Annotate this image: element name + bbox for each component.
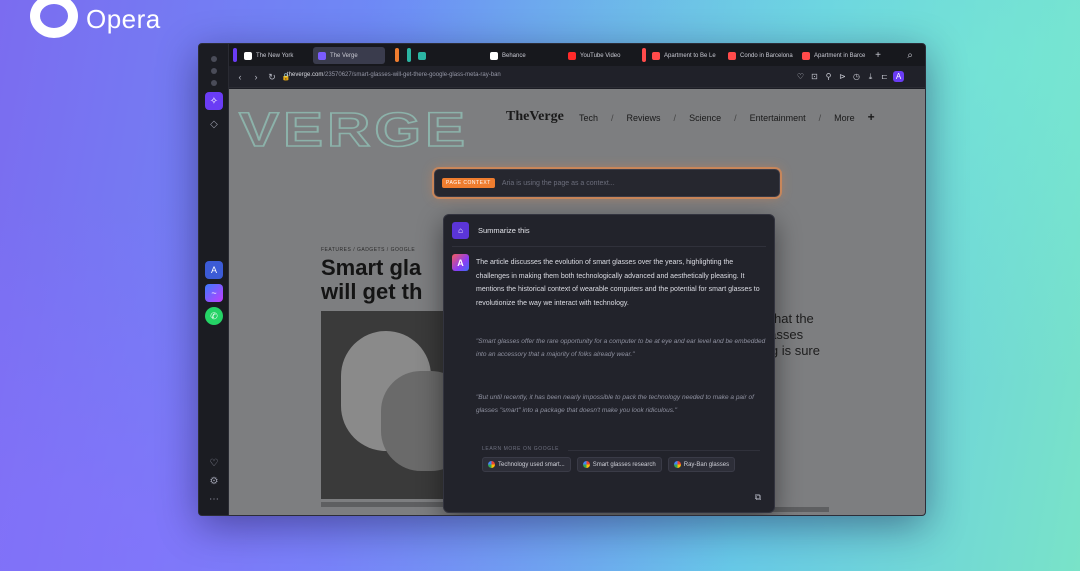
tab-the-verge[interactable]: The Verge [313, 47, 385, 64]
favicon-icon [802, 51, 810, 60]
favicon-icon [318, 51, 326, 60]
favicon-icon [652, 51, 660, 60]
heart-icon[interactable]: ♡ [205, 454, 223, 472]
snapshot-icon[interactable]: ⊡ [809, 71, 820, 82]
tab-nytimes[interactable]: The New York [239, 47, 305, 64]
favicon-icon [728, 51, 736, 60]
opera-brand: Opera [30, 0, 161, 38]
aria-quote: "Smart glasses offer the rare opportunit… [476, 338, 766, 358]
sidebar: ✧ ◇ A ~ ✆ ♡ ⚙ ⋯ [199, 44, 229, 515]
tab-search-icon[interactable]: ⌕ [903, 48, 917, 62]
favicon-icon [568, 51, 576, 60]
chip-label: Technology used smart... [498, 461, 565, 468]
tab-island-marker [642, 48, 646, 62]
tab-apartment-barcelona[interactable]: Apartment in Barce [797, 47, 869, 64]
aria-avatar-icon: A [452, 254, 469, 271]
tab-label: YouTube Video [580, 52, 621, 59]
chip-label: Smart glasses research [592, 461, 656, 468]
favicon-icon [244, 51, 252, 60]
brand-name: Opera [86, 3, 161, 34]
masthead-wordmark: VERGE [238, 102, 470, 157]
divider [568, 450, 760, 451]
site-logo[interactable]: TheVerge [506, 109, 564, 125]
nav-item[interactable]: Tech [579, 113, 598, 123]
source-chip[interactable]: Smart glasses research [576, 457, 662, 472]
tab-apartment[interactable]: Apartment to Be Le [647, 47, 721, 64]
heart-bookmark-icon[interactable]: ♡ [795, 71, 806, 82]
google-icon [488, 461, 495, 468]
divider [452, 246, 766, 247]
tab-island-marker [407, 48, 411, 62]
prompt-input[interactable]: Aria is using the page as a context... [502, 180, 615, 187]
pin-icon[interactable]: ⚲ [823, 71, 834, 82]
play-icon[interactable]: ⊳ [837, 71, 848, 82]
messenger-icon[interactable]: ~ [205, 284, 223, 302]
copy-icon[interactable]: ⧉ [752, 491, 764, 503]
tab-island-marker [395, 48, 399, 62]
headline-line: will get th [321, 279, 423, 304]
opera-logo-icon [30, 0, 78, 38]
nav-item[interactable]: Reviews [627, 113, 661, 123]
reload-icon[interactable]: ↻ [265, 70, 279, 84]
url-domain: theverge.com [287, 72, 324, 78]
crop-icon[interactable]: ⊏ [879, 71, 890, 82]
browser-window: ✧ ◇ A ~ ✆ ♡ ⚙ ⋯ The New York The Verge B… [198, 43, 926, 516]
user-message-row: ⌂ Summarize this [452, 222, 530, 239]
tab-label: The Verge [330, 52, 358, 59]
user-avatar-icon: ⌂ [452, 222, 469, 239]
google-icon [582, 461, 590, 468]
aria-answer: The article discusses the evolution of s… [476, 259, 760, 307]
aria-app-icon[interactable]: A [205, 261, 223, 279]
tab-label: The New York [256, 52, 294, 59]
tab-label: Apartment in Barce [814, 52, 866, 59]
settings-gear-icon[interactable]: ⚙ [205, 472, 223, 490]
aria-chat-panel: ⌂ Summarize this A The article discusses… [443, 214, 775, 513]
tab-behance[interactable]: Behance [485, 47, 557, 64]
page-context-chip[interactable]: PAGE CONTEXT [442, 178, 495, 188]
web-page: VERGE TheVerge Tech / Reviews / Science / E… [229, 89, 925, 515]
url-path: /23570627/smart-glasses-will-get-there-g… [323, 72, 501, 78]
favicon-icon [418, 51, 426, 60]
site-nav: Tech / Reviews / Science / Entertainment / M… [579, 110, 875, 124]
nav-item[interactable]: Entertainment [750, 113, 806, 123]
forward-arrow-icon[interactable]: › [249, 70, 263, 84]
tab-bar: The New York The Verge Behance YouTube V… [229, 44, 925, 66]
aria-sidebar-icon[interactable]: ✧ [205, 92, 223, 110]
user-message: Summarize this [478, 226, 530, 235]
download-icon[interactable]: ⤓ [865, 71, 876, 82]
tab-condo[interactable]: Condo in Barcelona [723, 47, 795, 64]
article-headline: Smart gla will get th [321, 256, 422, 304]
diamond-icon[interactable]: ◇ [205, 115, 223, 133]
nav-item[interactable]: More [834, 113, 855, 123]
new-tab-plus-icon[interactable]: + [871, 48, 885, 62]
aria-prompt-bar[interactable]: PAGE CONTEXT Aria is using the page as a… [434, 169, 780, 197]
aria-quote: "But until recently, it has been nearly … [476, 394, 754, 414]
whatsapp-icon[interactable]: ✆ [205, 307, 223, 325]
history-icon[interactable]: ◷ [851, 71, 862, 82]
url-field[interactable]: theverge.com/23570627/smart-glasses-will… [287, 72, 501, 78]
aria-active-icon[interactable]: A [893, 71, 904, 82]
tab-island-marker [233, 48, 237, 62]
google-icon [673, 461, 681, 468]
favicon-icon [490, 51, 498, 60]
source-chip[interactable]: Technology used smart... [482, 457, 571, 472]
tab-label: Condo in Barcelona [740, 52, 793, 59]
sidebar-dot-icon[interactable] [205, 74, 223, 92]
sources-label: LEARN MORE ON GOOGLE [482, 446, 560, 452]
nav-item[interactable]: Science [689, 113, 721, 123]
more-icon[interactable]: ⋯ [205, 490, 223, 508]
chip-label: Ray-Ban glasses [683, 461, 730, 468]
tab-youtube[interactable]: YouTube Video [563, 47, 639, 64]
tab-pinned[interactable] [413, 47, 435, 64]
nav-plus-icon[interactable]: + [868, 111, 875, 123]
article-eyebrow[interactable]: FEATURES / GADGETS / GOOGLE [321, 247, 415, 253]
source-chips: Technology used smart... Smart glasses r… [482, 457, 736, 472]
tab-label: Behance [502, 52, 526, 59]
tab-label: Apartment to Be Le [664, 52, 716, 59]
back-arrow-icon[interactable]: ‹ [233, 70, 247, 84]
source-chip[interactable]: Ray-Ban glasses [667, 457, 736, 472]
address-bar: ‹ › ↻ 🔒 theverge.com/23570627/smart-glas… [229, 66, 925, 88]
headline-line: Smart gla [321, 255, 422, 280]
